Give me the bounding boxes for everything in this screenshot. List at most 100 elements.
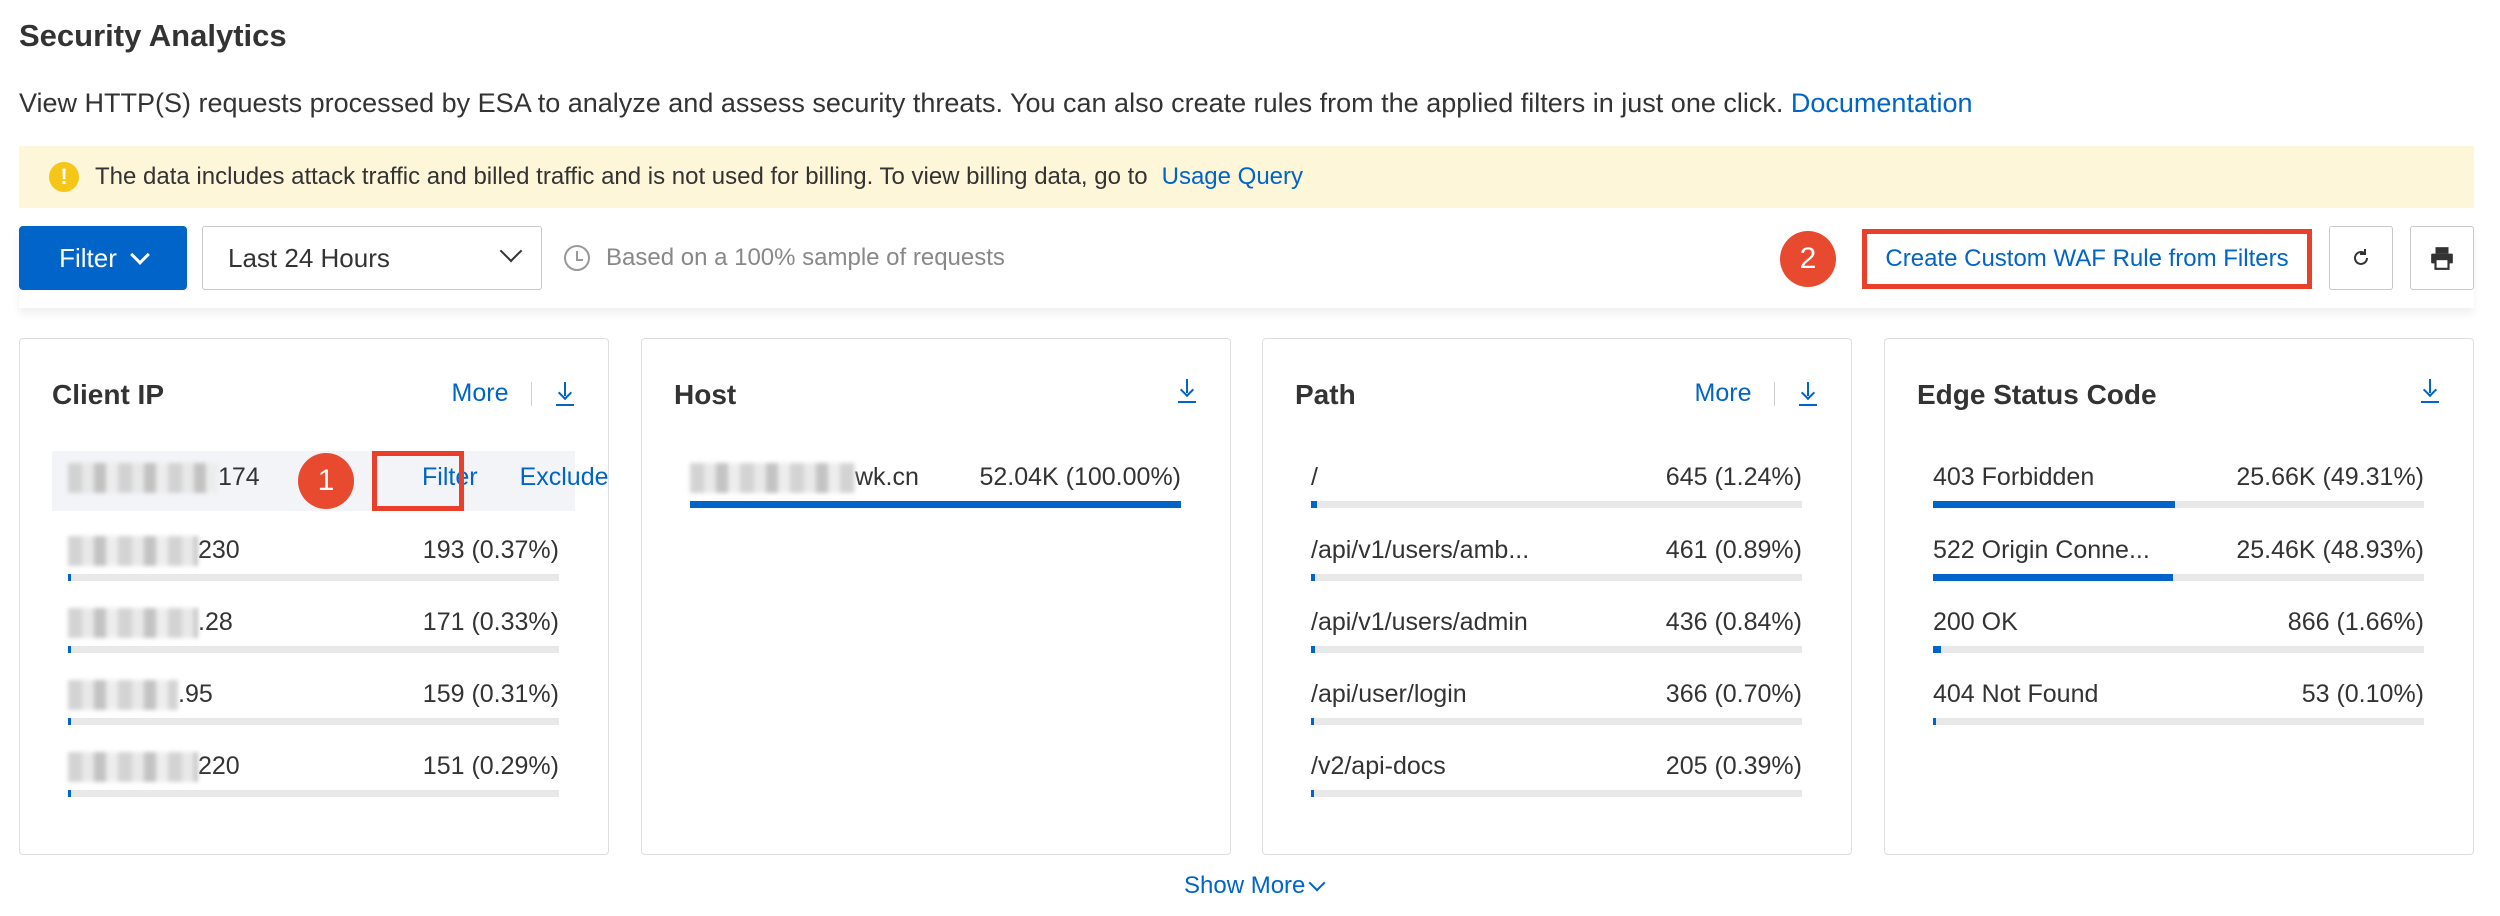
- divider: [1773, 381, 1775, 406]
- progress-track: [1933, 574, 2424, 581]
- refresh-button[interactable]: [2329, 226, 2393, 290]
- chevron-down-icon: [1308, 874, 1326, 892]
- highlight-box-filter: [372, 451, 464, 511]
- step-marker-1: 1: [298, 453, 354, 509]
- list-item-value: 52.04K (100.00%): [979, 463, 1181, 491]
- progress-fill: [690, 501, 1181, 508]
- download-icon[interactable]: [554, 381, 576, 406]
- progress-track: [68, 646, 559, 653]
- redacted-host: [690, 463, 855, 494]
- list-item-label: 522 Origin Conne...: [1933, 536, 2150, 564]
- create-waf-rule-link[interactable]: Create Custom WAF Rule from Filters: [1867, 234, 2307, 284]
- download-icon[interactable]: [2419, 379, 2441, 403]
- progress-track: [1933, 646, 2424, 653]
- chevron-down-icon: [499, 239, 523, 263]
- list-item[interactable]: /api/v1/users/admin 436 (0.84%): [1295, 596, 1818, 656]
- list-item[interactable]: 403 Forbidden 25.66K (49.31%): [1917, 451, 2440, 511]
- progress-fill: [1311, 501, 1318, 508]
- redacted-ip: [68, 536, 198, 567]
- filter-button-label: Filter: [59, 242, 117, 273]
- filter-button[interactable]: Filter: [19, 226, 187, 290]
- list-item[interactable]: 220 151 (0.29%): [52, 740, 575, 800]
- list-item[interactable]: 230 193 (0.37%): [52, 524, 575, 584]
- list-item[interactable]: .95 159 (0.31%): [52, 668, 575, 728]
- row-exclude-link[interactable]: Exclude: [520, 463, 609, 492]
- progress-fill: [1933, 718, 1936, 725]
- card-edge-status-code: Edge Status Code 403 Forbidden 25.66K (4…: [1884, 338, 2474, 855]
- list-item[interactable]: /v2/api-docs 205 (0.39%): [1295, 740, 1818, 800]
- list-item-value: 151 (0.29%): [422, 752, 559, 780]
- card-actions: [1176, 379, 1198, 403]
- show-more-label: Show More: [1184, 872, 1306, 899]
- ip-suffix: 220: [198, 752, 240, 780]
- chevron-down-icon: [129, 245, 150, 265]
- progress-track: [68, 718, 559, 725]
- download-icon[interactable]: [1176, 379, 1198, 403]
- list-item-label: .28: [68, 608, 233, 639]
- redacted-ip: [68, 608, 198, 639]
- page-title: Security Analytics: [19, 18, 287, 53]
- divider: [530, 381, 532, 406]
- list-item-value: 159 (0.31%): [422, 680, 559, 708]
- billing-notice: ! The data includes attack traffic and b…: [19, 146, 2474, 208]
- more-link[interactable]: More: [1695, 379, 1752, 408]
- list-item-label: 200 OK: [1933, 608, 2018, 636]
- progress-track: [1311, 646, 1802, 653]
- list-item-label: 230: [68, 536, 240, 567]
- card-path: Path More / 645 (1.24%) /api/v1/users/am…: [1262, 338, 1852, 855]
- ip-suffix: 174: [218, 463, 260, 491]
- sample-text: Based on a 100% sample of requests: [606, 244, 1005, 271]
- time-range-value: Last 24 Hours: [228, 242, 390, 273]
- refresh-icon: [2354, 249, 2368, 265]
- page-description: View HTTP(S) requests processed by ESA t…: [19, 88, 1973, 119]
- card-title: Client IP: [52, 379, 165, 410]
- card-title: Host: [674, 379, 737, 410]
- list-item[interactable]: wk.cn 52.04K (100.00%): [674, 451, 1197, 511]
- documentation-link[interactable]: Documentation: [1791, 88, 1973, 118]
- progress-fill: [1311, 574, 1316, 581]
- card-client-ip: Client IP More 174 Filter Exclude 1 230 …: [19, 338, 609, 855]
- progress-track: [1933, 718, 2424, 725]
- list-item[interactable]: 522 Origin Conne... 25.46K (48.93%): [1917, 524, 2440, 584]
- progress-fill: [1311, 718, 1315, 725]
- clock-icon: [564, 245, 590, 271]
- download-icon[interactable]: [1797, 381, 1819, 406]
- list-item-label: 404 Not Found: [1933, 680, 2099, 708]
- progress-fill: [68, 718, 71, 725]
- progress-track: [1311, 574, 1802, 581]
- list-item-value: 866 (1.66%): [2287, 608, 2424, 636]
- notice-text: The data includes attack traffic and bil…: [95, 163, 1148, 190]
- list-item-label: /v2/api-docs: [1311, 752, 1446, 780]
- list-item[interactable]: .28 171 (0.33%): [52, 596, 575, 656]
- sample-info: Based on a 100% sample of requests: [564, 226, 1005, 290]
- ip-suffix: .28: [198, 608, 233, 636]
- more-link[interactable]: More: [452, 379, 509, 408]
- time-range-select[interactable]: Last 24 Hours: [202, 226, 542, 290]
- progress-fill: [68, 790, 71, 797]
- progress-track: [68, 790, 559, 797]
- list-item-label: 403 Forbidden: [1933, 463, 2095, 491]
- list-item-label: /api/user/login: [1311, 680, 1467, 708]
- list-item[interactable]: /api/user/login 366 (0.70%): [1295, 668, 1818, 728]
- list-item-value: 205 (0.39%): [1665, 752, 1802, 780]
- progress-fill: [1933, 501, 2176, 508]
- list-item[interactable]: /api/v1/users/amb... 461 (0.89%): [1295, 524, 1818, 584]
- print-button[interactable]: [2410, 226, 2474, 290]
- ip-suffix: .95: [178, 680, 213, 708]
- description-text: View HTTP(S) requests processed by ESA t…: [19, 88, 1784, 118]
- step-marker-2: 2: [1780, 231, 1836, 287]
- list-item-label: /api/v1/users/amb...: [1311, 536, 1530, 564]
- show-more-link[interactable]: Show More: [1184, 872, 1326, 900]
- list-item[interactable]: 404 Not Found 53 (0.10%): [1917, 668, 2440, 728]
- card-actions: More: [452, 379, 576, 408]
- list-item[interactable]: 200 OK 866 (1.66%): [1917, 596, 2440, 656]
- list-item-label: .95: [68, 680, 213, 711]
- card-host: Host wk.cn 52.04K (100.00%): [641, 338, 1231, 855]
- list-item-value: 53 (0.10%): [2301, 680, 2424, 708]
- card-actions: [2419, 379, 2441, 403]
- list-item-label: /api/v1/users/admin: [1311, 608, 1528, 636]
- usage-query-link[interactable]: Usage Query: [1162, 163, 1303, 191]
- ip-suffix: 230: [198, 536, 240, 564]
- progress-track: [1311, 790, 1802, 797]
- list-item[interactable]: / 645 (1.24%): [1295, 451, 1818, 511]
